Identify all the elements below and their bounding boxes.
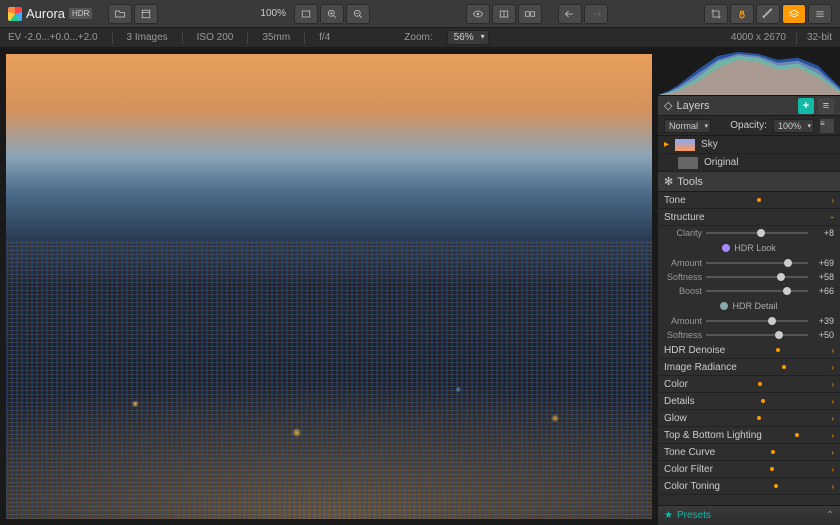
chevron-up-icon: ⌃ [826, 510, 834, 521]
section-color-filter[interactable]: Color Filter› [658, 461, 840, 478]
histogram[interactable] [658, 48, 840, 96]
hdr-look-header: HDR Look [658, 240, 840, 256]
zoom-out-button[interactable] [346, 4, 370, 24]
layers-toggle-button[interactable] [782, 4, 806, 24]
iso-label: ISO 200 [197, 32, 234, 43]
layer-row-original[interactable]: Original [658, 154, 840, 172]
layers-panel-header: ◇ Layers + ≡ [658, 96, 840, 116]
tools-body: Tone› Structure› Clarity +8 HDR Look Amo… [658, 192, 840, 505]
layer-row-sky[interactable]: ▸ Sky [658, 136, 840, 154]
preview-eye-button[interactable] [466, 4, 490, 24]
tools-panel-header: ✻ Tools [658, 172, 840, 192]
add-layer-button[interactable]: + [798, 98, 814, 114]
brush-button[interactable] [756, 4, 780, 24]
tools-title: Tools [677, 176, 703, 188]
fit-screen-button[interactable] [294, 4, 318, 24]
look-amount-slider[interactable]: Amount +69 [658, 256, 840, 270]
layer-name: Sky [701, 139, 718, 150]
look-boost-slider[interactable]: Boost +66 [658, 284, 840, 298]
section-top-bottom-lighting[interactable]: Top & Bottom Lighting› [658, 427, 840, 444]
detail-softness-slider[interactable]: Softness +50 [658, 328, 840, 342]
aperture-label: f/4 [319, 32, 330, 43]
focal-label: 35mm [262, 32, 290, 43]
hand-tool-button[interactable] [730, 4, 754, 24]
crop-button[interactable] [704, 4, 728, 24]
detail-amount-slider[interactable]: Amount +39 [658, 314, 840, 328]
section-tone[interactable]: Tone› [658, 192, 840, 209]
section-tone-curve[interactable]: Tone Curve› [658, 444, 840, 461]
main-area: ◇ Layers + ≡ Normal Opacity: 100% ≡ ▸ Sk… [0, 48, 840, 525]
presets-label: Presets [677, 510, 711, 521]
look-softness-slider[interactable]: Softness +58 [658, 270, 840, 284]
opacity-dropdown[interactable]: 100% [773, 119, 814, 133]
section-color-toning[interactable]: Color Toning› [658, 478, 840, 495]
bitdepth-label: 32-bit [807, 32, 832, 43]
info-bar: EV -2.0...+0.0...+2.0 3 Images ISO 200 3… [0, 28, 840, 48]
layers-menu-button[interactable]: ≡ [818, 98, 834, 114]
layer-thumb-icon [678, 157, 698, 169]
open-file-button[interactable] [108, 4, 132, 24]
compare-split-button[interactable] [492, 4, 516, 24]
layer-options-button[interactable]: ≡ [820, 119, 834, 133]
ev-label: EV -2.0...+0.0...+2.0 [8, 32, 98, 43]
section-structure[interactable]: Structure› [658, 209, 840, 226]
export-button[interactable] [134, 4, 158, 24]
aurora-logo-icon [8, 7, 22, 21]
compare-side-button[interactable] [518, 4, 542, 24]
section-details[interactable]: Details› [658, 393, 840, 410]
hdr-badge: HDR [69, 8, 92, 19]
zoom-label: Zoom: [404, 32, 432, 43]
layer-thumb-icon [675, 139, 695, 151]
clarity-slider[interactable]: Clarity +8 [658, 226, 840, 240]
app-logo: Aurora HDR [8, 6, 92, 21]
dimensions-label: 4000 x 2670 [731, 32, 786, 43]
section-color[interactable]: Color› [658, 376, 840, 393]
layers-title: Layers [676, 100, 709, 112]
hdr-detail-header: HDR Detail [658, 298, 840, 314]
zoom-dropdown[interactable]: 56% [447, 30, 489, 45]
zoom-in-button[interactable] [320, 4, 344, 24]
undo-button[interactable] [558, 4, 582, 24]
layers-icon: ◇ [664, 99, 672, 112]
canvas-area [0, 48, 658, 525]
section-image-radiance[interactable]: Image Radiance› [658, 359, 840, 376]
star-icon: ★ [664, 510, 673, 521]
section-glow[interactable]: Glow› [658, 410, 840, 427]
blend-mode-dropdown[interactable]: Normal [664, 119, 711, 133]
app-name: Aurora [26, 6, 65, 21]
redo-button[interactable] [584, 4, 608, 24]
section-hdr-denoise[interactable]: HDR Denoise› [658, 342, 840, 359]
top-toolbar: Aurora HDR 100% [0, 0, 840, 28]
layer-name: Original [704, 157, 738, 168]
photo-preview[interactable] [6, 54, 652, 519]
menu-button[interactable] [808, 4, 832, 24]
opacity-label: Opacity: [730, 120, 767, 131]
presets-bar[interactable]: ★ Presets ⌃ [658, 505, 840, 525]
layer-controls: Normal Opacity: 100% ≡ [658, 116, 840, 136]
images-count: 3 Images [127, 32, 168, 43]
right-sidebar: ◇ Layers + ≡ Normal Opacity: 100% ≡ ▸ Sk… [658, 48, 840, 525]
zoom-percent: 100% [254, 8, 292, 19]
tools-icon: ✻ [664, 175, 673, 188]
